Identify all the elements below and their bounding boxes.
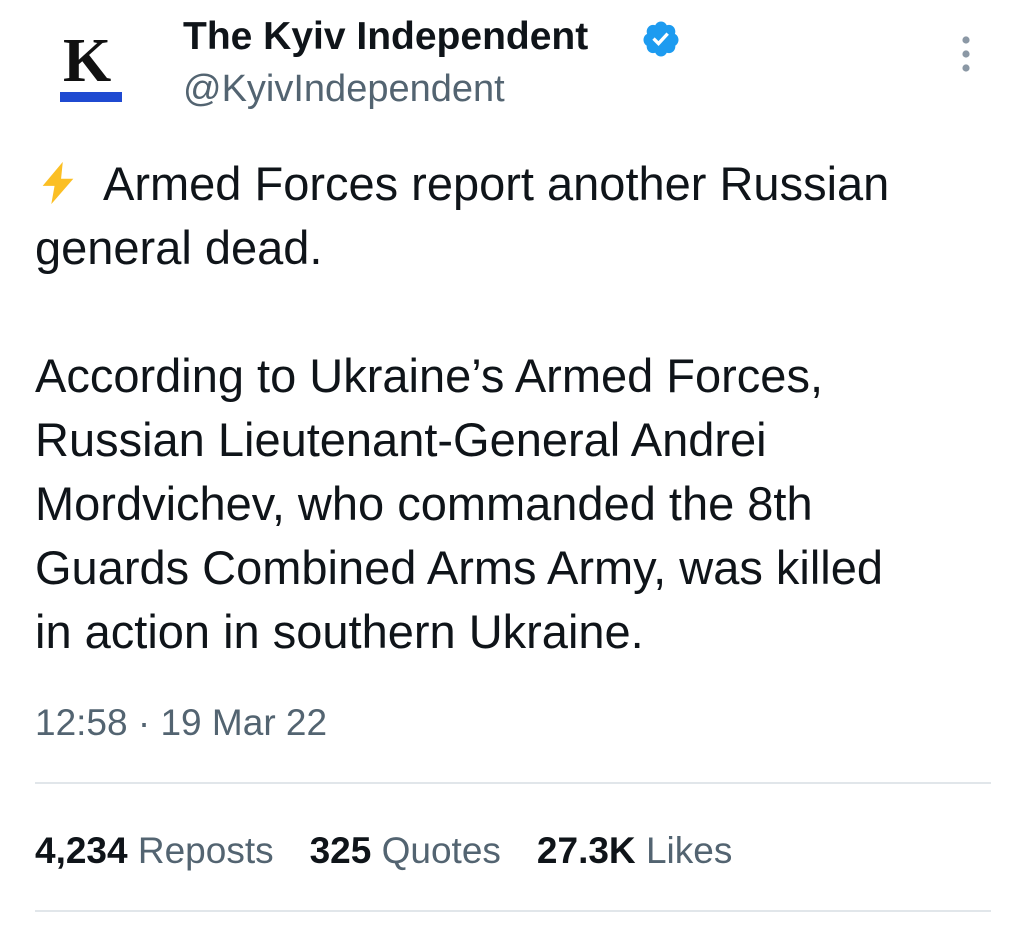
avatar-logo-underline: [60, 92, 122, 102]
tweet-date-link[interactable]: 19 Mar 22: [160, 702, 327, 743]
quotes-count: 325: [309, 830, 372, 871]
tweet-paragraph-1: Armed Forces report another Russian gene…: [35, 152, 1005, 280]
author-handle[interactable]: @KyivIndependent: [183, 66, 505, 112]
avatar-logo-letter: K: [63, 27, 112, 95]
high-voltage-icon: [42, 161, 74, 205]
tweet-stats: 4,234 Reposts 325 Quotes 27.3K Likes: [35, 826, 768, 876]
divider: [35, 782, 991, 784]
quotes-label: Quotes: [381, 830, 501, 871]
divider: [35, 910, 991, 912]
tweet-headline: Armed Forces report another Russian gene…: [35, 157, 890, 274]
likes-stat[interactable]: 27.3K Likes: [537, 826, 732, 876]
likes-count: 27.3K: [536, 830, 636, 871]
more-options-icon[interactable]: [952, 32, 980, 76]
reposts-count: 4,234: [35, 830, 128, 871]
tweet-timestamp: 12:58 · 19 Mar 22: [35, 700, 327, 746]
reposts-stat[interactable]: 4,234 Reposts: [35, 826, 274, 876]
tweet-text: Armed Forces report another Russian gene…: [35, 152, 1005, 664]
verified-badge-icon: [643, 21, 679, 57]
tweet-paragraph-2: According to Ukraine’s Armed Forces, Rus…: [35, 349, 884, 658]
avatar[interactable]: K: [36, 12, 148, 124]
author-display-name[interactable]: The Kyiv Independent: [183, 14, 588, 60]
reposts-label: Reposts: [137, 830, 274, 871]
likes-label: Likes: [645, 830, 733, 871]
quotes-stat[interactable]: 325 Quotes: [310, 826, 501, 876]
tweet-time-link[interactable]: 12:58: [35, 702, 128, 743]
timestamp-separator: ·: [137, 702, 151, 743]
